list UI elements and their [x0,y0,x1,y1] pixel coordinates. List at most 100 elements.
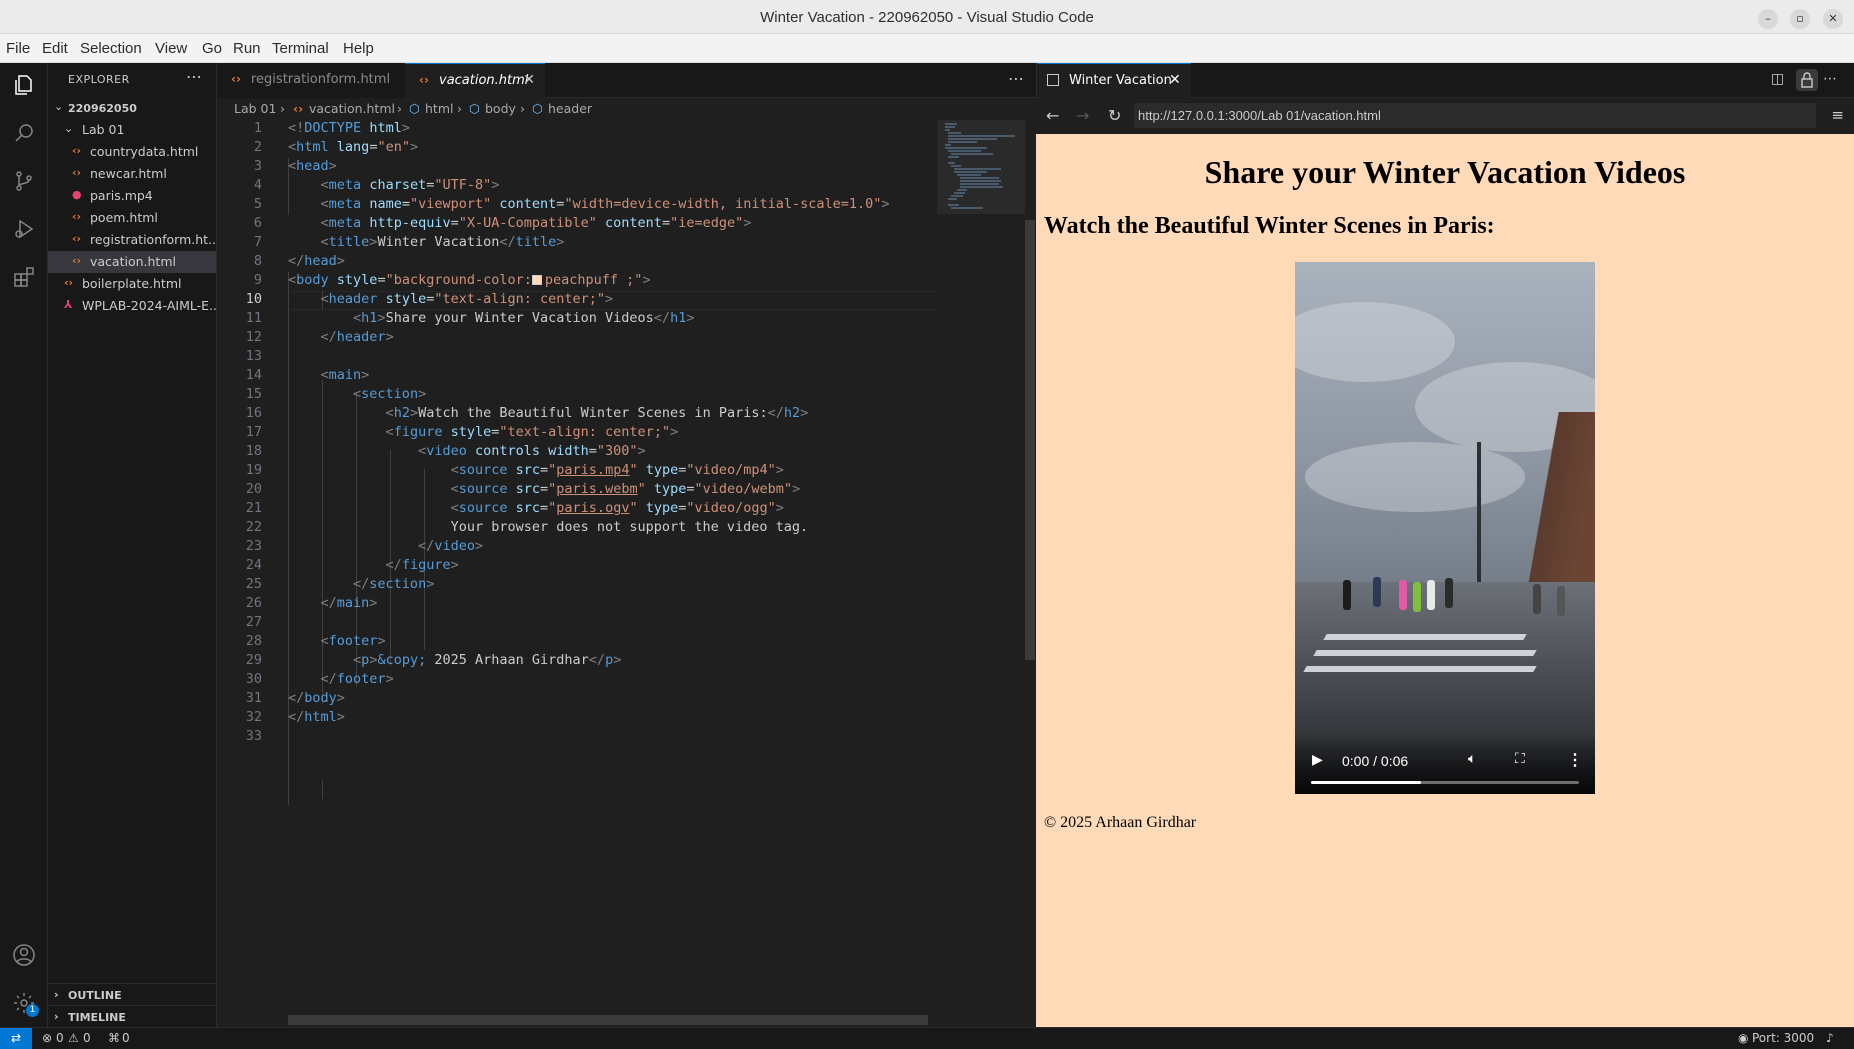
fullscreen-icon[interactable]: ⛶ [1515,752,1525,768]
close-window-button[interactable]: ✕ [1823,9,1843,29]
menu-edit[interactable]: Edit [42,40,68,57]
breadcrumb-folder[interactable]: Lab 01 [234,101,276,116]
source-control-icon[interactable] [12,169,36,193]
tab-vacation[interactable]: ‹› vacation.html ✕ [405,63,545,98]
video-progress-track[interactable] [1311,781,1579,784]
play-icon[interactable]: ▶ [1312,752,1323,769]
browser-more-actions-icon[interactable]: ⋯ [1823,71,1837,87]
tab-registrationform[interactable]: ‹› registrationform.html [217,63,405,98]
minimize-button[interactable]: – [1758,9,1778,29]
element-cube-icon: ⬡ [469,101,480,116]
warning-count[interactable]: 0 [83,1031,91,1045]
menu-view[interactable]: View [155,40,187,57]
extensions-icon[interactable] [12,265,36,289]
close-tab-icon[interactable]: ✕ [1169,72,1181,88]
video-frame-person [1413,582,1421,612]
code-line: 4 <meta charset="UTF-8"> [253,177,500,193]
page-heading: Share your Winter Vacation Videos [1204,154,1686,190]
tree-folder-lab01[interactable]: ⌄ Lab 01 [48,119,216,141]
code-line: 8 </head> [253,253,345,269]
video-frame-person [1399,580,1407,610]
tree-file-vacation[interactable]: ‹› vacation.html [48,251,216,273]
html-file-icon: ‹› [72,166,82,179]
live-server-port[interactable]: Port: 3000 [1752,1031,1814,1045]
video-options-icon[interactable]: ⋮ [1567,750,1583,770]
notification-badge: 1 [26,1004,39,1017]
account-icon[interactable] [12,943,36,967]
maximize-button[interactable]: ▫ [1790,9,1810,29]
bell-icon[interactable]: ♪ [1826,1031,1834,1045]
tree-file-paris-mp4[interactable]: ● paris.mp4 [48,185,216,207]
html-file-icon: ‹› [72,144,82,157]
horizontal-scrollbar[interactable] [288,1015,928,1025]
code-line: 15 <section> [245,386,427,402]
menu-file[interactable]: File [6,40,30,57]
run-debug-icon[interactable] [12,217,36,241]
code-line: 16 <h2>Watch the Beautiful Winter Scenes… [245,405,809,421]
forward-arrow-icon[interactable]: → [1076,106,1089,125]
activity-bar [0,63,48,1027]
reload-icon[interactable]: ↻ [1108,106,1121,125]
outline-section[interactable]: › OUTLINE [48,983,216,1005]
breadcrumb-body[interactable]: body [485,101,516,116]
chevron-down-icon: ⌄ [54,100,64,113]
tree-root-folder[interactable]: ⌄ 220962050 [48,97,216,119]
code-editor[interactable]: 1 <!DOCTYPE html> 2 <html lang="en"> 3 <hea… [217,120,1036,1027]
tree-file-wplab-pdf[interactable]: ⅄ WPLAB-2024-AIML-E... [48,295,216,317]
code-line: 14 <main> [245,367,370,383]
hamburger-menu-icon[interactable]: ≡ [1831,106,1844,124]
more-actions-icon[interactable]: ⋯ [186,67,202,86]
code-line: 13 [245,348,262,364]
chevron-down-icon: ⌄ [64,122,74,135]
breadcrumb-header[interactable]: header [548,101,592,116]
video-frame-person [1373,577,1381,607]
warning-icon[interactable]: ⚠ [68,1031,79,1045]
menu-go[interactable]: Go [202,40,222,57]
remote-indicator-icon[interactable]: ⇄ [0,1028,32,1049]
search-icon[interactable] [12,121,36,145]
breadcrumb-file[interactable]: vacation.html [309,101,395,116]
error-count[interactable]: 0 [56,1031,64,1045]
error-icon[interactable]: ⊗ [42,1031,52,1045]
tab-winter-vacation[interactable]: Winter Vacation ✕ [1037,63,1191,98]
url-input[interactable] [1134,103,1816,128]
tree-file-poem[interactable]: ‹› poem.html [48,207,216,229]
tree-file-boilerplate[interactable]: ‹› boilerplate.html [48,273,216,295]
back-arrow-icon[interactable]: ← [1046,106,1059,125]
tree-file-registrationform[interactable]: ‹› registrationform.ht... [48,229,216,251]
code-line: 25 </section> [245,576,435,592]
window-title: Winter Vacation - 220962050 - Visual Stu… [760,9,1094,26]
indent-guide [322,780,323,799]
close-tab-icon[interactable]: ✕ [523,72,535,88]
video-frame-person [1445,578,1453,608]
menu-terminal[interactable]: Terminal [272,40,329,57]
html-file-icon: ‹› [419,73,429,87]
minimap[interactable] [937,120,1025,214]
vertical-scrollbar[interactable] [1025,220,1035,660]
code-line: 5 <meta name="viewport" content="width=d… [253,196,890,212]
video-player[interactable]: ▶ 0:00 / 0:06 🔈︎ ⛶ ⋮ [1295,262,1595,794]
menu-help[interactable]: Help [343,40,374,57]
volume-icon[interactable]: 🔈︎ [1468,752,1476,768]
code-line: 9 <body style="background-color: peachpuff… [253,272,651,288]
explorer-icon[interactable] [12,73,36,97]
menu-selection[interactable]: Selection [80,40,142,57]
title-bar: Winter Vacation - 220962050 - Visual Stu… [0,0,1854,34]
code-line: 18 <video controls width="300"> [245,443,646,459]
video-frame-person [1557,586,1565,616]
menu-run[interactable]: Run [233,40,261,57]
chevron-right-icon: › [54,988,59,1001]
video-frame-person [1343,580,1351,610]
browser-tab-bar: Winter Vacation ✕ ◫ [1036,63,1854,98]
tree-file-countrydata[interactable]: ‹› countrydata.html [48,141,216,163]
tree-file-newcar[interactable]: ‹› newcar.html [48,163,216,185]
ports-icon[interactable]: ⌘ [108,1031,120,1045]
split-editor-icon[interactable]: ◫ [1771,71,1784,87]
code-line: 2 <html lang="en"> [253,139,419,155]
editor-more-actions-icon[interactable]: ⋯ [1008,69,1024,88]
timeline-section[interactable]: › TIMELINE [48,1005,216,1027]
minimap-preview [945,123,1015,209]
ports-count[interactable]: 0 [122,1031,130,1045]
lock-group-icon[interactable] [1796,69,1818,91]
breadcrumb-html[interactable]: html [425,101,453,116]
